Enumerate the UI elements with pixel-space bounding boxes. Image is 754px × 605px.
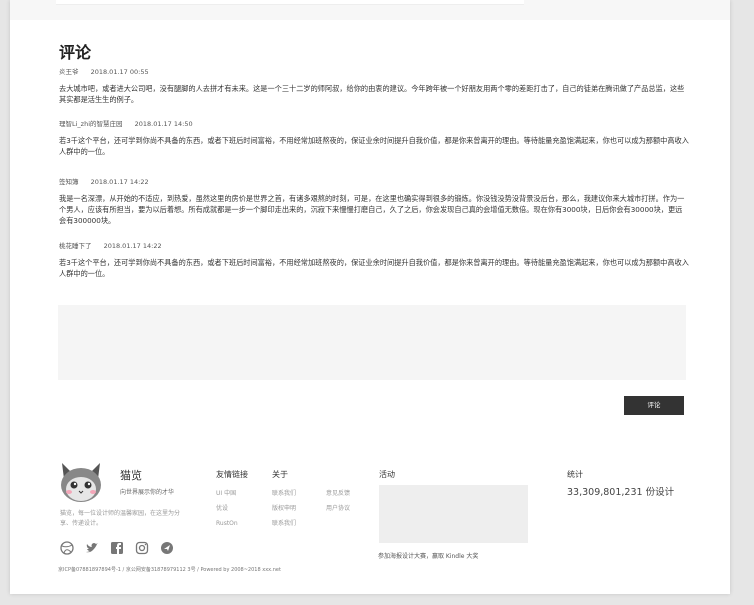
content-card: 评论 炎王爷 2018.01.17 00:55 去大城市吧，或者进大公司吧，没有… <box>10 0 730 594</box>
about-link[interactable]: 联系我们 <box>272 516 296 531</box>
about-links-list-2: 意见反馈 用户协议 <box>326 486 350 516</box>
friend-link[interactable]: UI 中国 <box>216 486 238 501</box>
brand-description: 猫览，每一位设计师的温馨家园，在这里为分享、传递设计。 <box>60 510 181 527</box>
comment-text: 若3千这个平台，还可学到你尚不具备的东西，或者下班后时间富裕，不用经常加班熬夜的… <box>59 136 689 156</box>
comment-author[interactable]: 炎王爷 <box>59 68 79 76</box>
comment-item: 理智Li_zhi的智慧庄园 2018.01.17 14:50 若3千这个平台，还… <box>59 119 689 157</box>
friend-link[interactable]: 优设 <box>216 501 238 516</box>
comment-date: 2018.01.17 14:22 <box>103 242 162 250</box>
comments-title: 评论 <box>59 43 92 62</box>
comment-item: 桃花睡下了 2018.01.17 14:22 若3千这个平台，还可学到你尚不具备… <box>59 241 689 279</box>
comment-item: 签知簿 2018.01.17 14:22 我是一名深漂，从开始的不适应，到热爱，… <box>59 177 689 226</box>
about-link[interactable]: 联系我们 <box>272 486 296 501</box>
brand-slogan: 向世界展示你的才华 <box>120 489 175 496</box>
submit-comment-button[interactable]: 评论 <box>624 396 684 415</box>
friend-link[interactable]: RustOn <box>216 516 238 531</box>
comment-text: 去大城市吧，或者进大公司吧，没有腿脚的人去拼才有未来。这是一个三十二岁的师阿叔，… <box>59 84 685 104</box>
brand-name: 猫览 <box>120 469 142 482</box>
activity-title: 活动 <box>379 470 395 479</box>
activity-caption[interactable]: 参加海报设计大赛，赢取 Kindle 大奖 <box>378 551 478 560</box>
friend-links-title: 友情链接 <box>216 470 248 479</box>
about-title: 关于 <box>272 470 288 479</box>
facebook-icon[interactable] <box>110 541 124 555</box>
comment-date: 2018.01.17 14:50 <box>134 120 193 128</box>
twitter-icon[interactable] <box>85 541 99 555</box>
copyright: 京ICP备07881897894号-1 / 京公网安备31878979112 3… <box>58 567 281 573</box>
cat-logo-icon[interactable] <box>58 461 104 503</box>
social-links <box>60 540 180 555</box>
instagram-icon[interactable] <box>135 541 149 555</box>
comment-author[interactable]: 理智Li_zhi的智慧庄园 <box>59 120 123 128</box>
stats-value: 33,309,801,231 份设计 <box>567 487 675 498</box>
dribbble-icon[interactable] <box>60 541 74 555</box>
about-link[interactable]: 用户协议 <box>326 501 350 516</box>
share-icon[interactable] <box>160 541 174 555</box>
comment-meta: 签知簿 2018.01.17 14:22 <box>59 177 689 187</box>
comment-meta: 桃花睡下了 2018.01.17 14:22 <box>59 241 689 251</box>
comment-author[interactable]: 桃花睡下了 <box>59 242 92 250</box>
comment-date: 2018.01.17 14:22 <box>90 178 149 186</box>
comment-text: 我是一名深漂，从开始的不适应，到热爱，虽然这里的房价是世界之首，有诸多艰熬的时刻… <box>59 194 685 225</box>
comment-date: 2018.01.17 00:55 <box>90 68 149 76</box>
about-links-list: 联系我们 版权申明 联系我们 <box>272 486 296 531</box>
about-link[interactable]: 版权申明 <box>272 501 296 516</box>
comment-author[interactable]: 签知簿 <box>59 178 79 186</box>
about-link[interactable]: 意见反馈 <box>326 486 350 501</box>
top-strip <box>56 0 524 5</box>
comment-meta: 理智Li_zhi的智慧庄园 2018.01.17 14:50 <box>59 119 689 129</box>
comment-text: 若3千这个平台，还可学到你尚不具备的东西，或者下班后时间富裕，不用经常加班熬夜的… <box>59 258 689 278</box>
activity-banner[interactable] <box>379 485 528 543</box>
stats-title: 统计 <box>567 470 583 479</box>
comment-item: 炎王爷 2018.01.17 00:55 去大城市吧，或者进大公司吧，没有腿脚的… <box>59 67 689 105</box>
comment-input[interactable] <box>58 305 686 380</box>
friend-links-list: UI 中国 优设 RustOn <box>216 486 238 531</box>
comment-meta: 炎王爷 2018.01.17 00:55 <box>59 67 689 77</box>
